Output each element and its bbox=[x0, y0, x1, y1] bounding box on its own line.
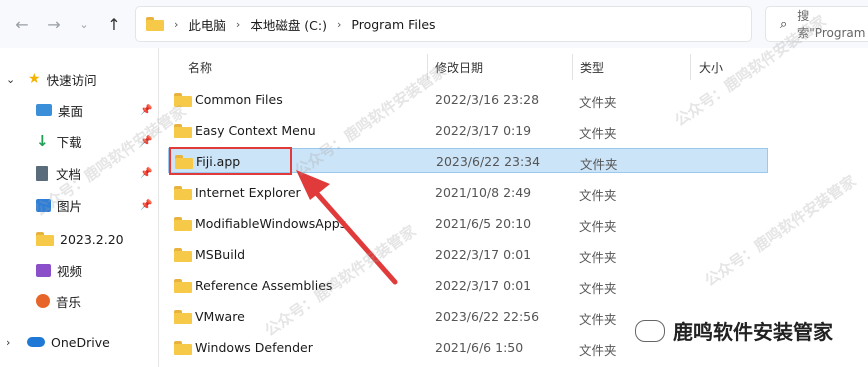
brand-watermark: 鹿鸣软件安装管家 bbox=[635, 316, 833, 345]
wechat-icon bbox=[635, 319, 665, 342]
annotation-arrow bbox=[296, 170, 398, 285]
brand-watermark-text: 鹿鸣软件安装管家 bbox=[673, 320, 833, 344]
